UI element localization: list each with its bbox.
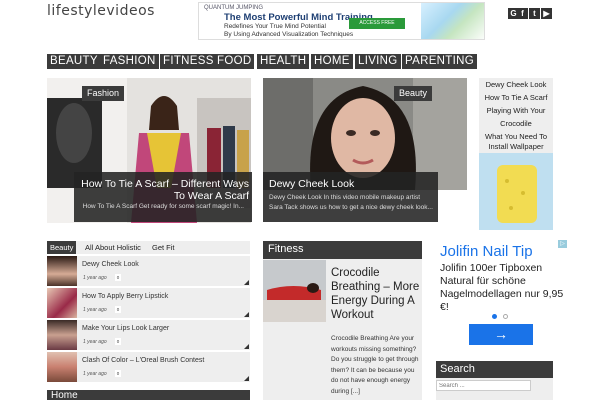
- arrow-right-icon[interactable]: →: [469, 324, 533, 345]
- list-item-title[interactable]: Dewy Cheek Look: [82, 261, 139, 268]
- side-list-item[interactable]: Crocodile: [479, 118, 553, 131]
- side-list-item[interactable]: How To Tie A Scarf: [479, 92, 553, 105]
- fitness-thumbnail[interactable]: [263, 260, 326, 322]
- side-list-item[interactable]: Install Wallpaper: [479, 141, 553, 154]
- comment-count: 0: [115, 306, 121, 313]
- section-title[interactable]: Home: [51, 390, 78, 402]
- carousel-dot[interactable]: [492, 314, 497, 319]
- ad-brand: QUANTUM JUMPING: [204, 5, 263, 11]
- carousel-dot[interactable]: [503, 314, 508, 319]
- comment-count: 0: [115, 338, 121, 345]
- list-item-title[interactable]: How To Apply Berry Lipstick: [82, 293, 168, 300]
- tab-beauty[interactable]: Beauty: [47, 241, 77, 254]
- featured-title[interactable]: How To Tie A Scarf – Different Ways To W…: [74, 178, 252, 202]
- comment-count: 0: [115, 274, 121, 281]
- ad-choices-icon[interactable]: ▷: [558, 240, 567, 248]
- search-input[interactable]: [436, 380, 531, 391]
- nav-living[interactable]: LIVING: [355, 54, 401, 69]
- featured-caption: How To Tie A Scarf – Different Ways To W…: [74, 172, 252, 222]
- facebook-icon[interactable]: f: [517, 8, 528, 19]
- featured-caption: Dewy Cheek Look Dewy Cheek Look In this …: [263, 172, 438, 222]
- list-item-date: 1 year ago: [83, 339, 107, 345]
- list-item[interactable]: Make Your Lips Look Larger 1 year ago 0: [47, 320, 250, 350]
- nav-fitness[interactable]: FITNESS: [160, 54, 217, 69]
- comment-count: 0: [115, 370, 121, 377]
- side-list-item[interactable]: Playing With Your: [479, 105, 553, 118]
- corner-icon: [244, 280, 249, 285]
- featured-category-tag[interactable]: Fashion: [82, 86, 125, 101]
- side-thumbnail[interactable]: [479, 153, 553, 230]
- list-item-date: 1 year ago: [83, 275, 107, 281]
- search-title: Search: [440, 363, 475, 375]
- list-thumbnail: [47, 320, 77, 350]
- section-header-home: Home: [47, 390, 250, 402]
- corner-icon: [244, 344, 249, 349]
- list-item-title[interactable]: Clash Of Color – L'Oreal Brush Contest: [82, 357, 204, 364]
- list-item[interactable]: Clash Of Color – L'Oreal Brush Contest 1…: [47, 352, 250, 382]
- corner-icon: [244, 312, 249, 317]
- ad-cta-button[interactable]: ACCESS FREE COURSE: [349, 18, 405, 37]
- twitter-icon[interactable]: t: [529, 8, 540, 19]
- tab-holistic[interactable]: All About Holistic: [82, 241, 144, 254]
- ad-text: Jolifin 100er Tipboxen Natural für schön…: [440, 262, 564, 313]
- list-item[interactable]: How To Apply Berry Lipstick 1 year ago 0: [47, 288, 250, 318]
- nav-food[interactable]: FOOD: [214, 54, 255, 69]
- list-item-date: 1 year ago: [83, 307, 107, 313]
- featured-title[interactable]: Dewy Cheek Look: [269, 178, 354, 190]
- ad-headline[interactable]: Jolifin Nail Tip: [440, 243, 533, 260]
- side-list-item[interactable]: Dewy Cheek Look: [479, 79, 553, 92]
- list-thumbnail: [47, 352, 77, 382]
- list-item-date: 1 year ago: [83, 371, 107, 377]
- nav-health[interactable]: HEALTH: [257, 54, 310, 69]
- top-banner-ad[interactable]: QUANTUM JUMPING The Most Powerful Mind T…: [198, 2, 485, 40]
- ad-artwork: [421, 3, 484, 39]
- featured-category-tag[interactable]: Beauty: [394, 86, 433, 101]
- ad-subline: Redefines Your True Mind Potential: [224, 23, 326, 30]
- featured-excerpt: Dewy Cheek Look In this video mobile mak…: [269, 194, 433, 211]
- corner-icon: [244, 376, 249, 381]
- ad-subline: By Using Advanced Visualization Techniqu…: [224, 31, 354, 38]
- list-thumbnail: [47, 256, 77, 286]
- section-header-fitness: Fitness: [263, 241, 422, 259]
- featured-excerpt: How To Tie A Scarf Get ready for some sc…: [82, 203, 244, 210]
- list-item-title[interactable]: Make Your Lips Look Larger: [82, 325, 169, 332]
- tab-get-fit[interactable]: Get Fit: [149, 241, 178, 254]
- list-item[interactable]: Dewy Cheek Look 1 year ago 0: [47, 256, 250, 286]
- fitness-title[interactable]: Crocodile Breathing – More Energy During…: [331, 266, 423, 322]
- list-thumbnail: [47, 288, 77, 318]
- nav-beauty[interactable]: BEAUTY: [47, 54, 101, 69]
- nav-home[interactable]: HOME: [311, 54, 353, 69]
- nav-fashion[interactable]: FASHION: [100, 54, 159, 69]
- section-title[interactable]: Fitness: [268, 243, 303, 255]
- fitness-excerpt: Crocodile Breathing Are your workouts mi…: [331, 335, 419, 395]
- side-ad[interactable]: ▷ Jolifin Nail Tip Jolifin 100er Tipboxe…: [436, 240, 567, 350]
- search-widget-header: Search: [436, 361, 553, 378]
- nav-parenting[interactable]: PARENTING: [402, 54, 477, 69]
- site-logo[interactable]: lifestylevideos: [47, 3, 155, 19]
- youtube-icon[interactable]: ▶: [541, 8, 552, 19]
